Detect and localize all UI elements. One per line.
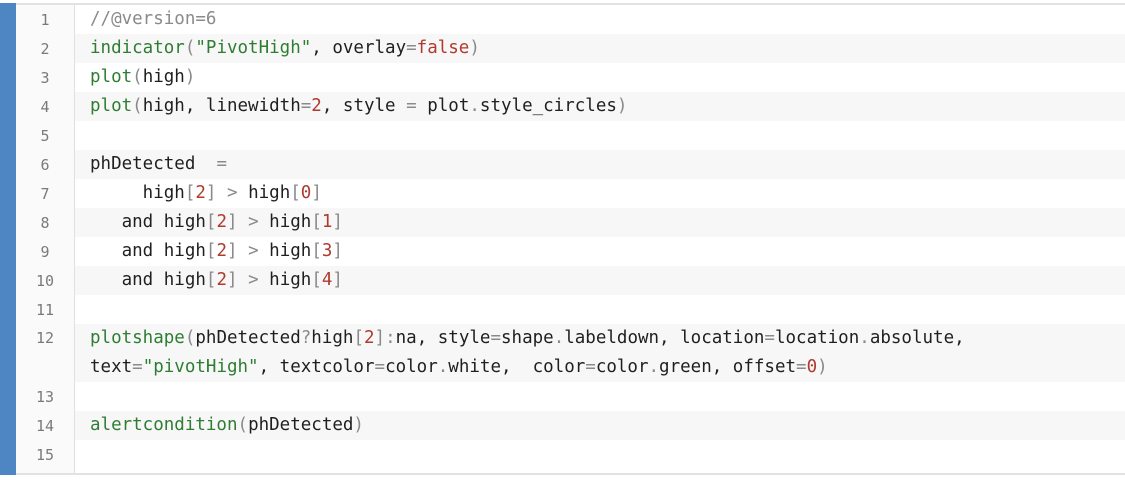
- code-text[interactable]: [75, 121, 1125, 150]
- code-text[interactable]: plotshape(phDetected?high[2]:na, style=s…: [75, 324, 1125, 382]
- code-line-6[interactable]: 6 phDetected =: [16, 150, 1125, 179]
- code-line-15[interactable]: 15: [16, 440, 1125, 469]
- bottom-divider: [16, 473, 1125, 475]
- line-number: 4: [40, 97, 50, 116]
- code-line-8[interactable]: 8 and high[2] > high[1]: [16, 208, 1125, 237]
- code-text[interactable]: and high[2] > high[3]: [75, 237, 1125, 266]
- line-number: 14: [35, 416, 55, 435]
- line-number: 10: [35, 271, 55, 290]
- code-editor[interactable]: 1 //@version=6 2 indicator("PivotHigh", ove…: [0, 0, 1125, 480]
- code-text[interactable]: [75, 295, 1125, 324]
- code-text[interactable]: and high[2] > high[4]: [75, 266, 1125, 295]
- code-text[interactable]: plot(high, linewidth=2, style = plot.sty…: [75, 92, 1125, 121]
- line-number: 2: [40, 39, 50, 58]
- code-line-9[interactable]: 9 and high[2] > high[3]: [16, 237, 1125, 266]
- line-number: 5: [40, 126, 50, 145]
- code-line-12[interactable]: 12 plotshape(phDetected?high[2]:na, style…: [16, 324, 1125, 382]
- code-text[interactable]: indicator("PivotHigh", overlay=false): [75, 34, 1125, 63]
- code-line-10[interactable]: 10 and high[2] > high[4]: [16, 266, 1125, 295]
- code-lines: 1 //@version=6 2 indicator("PivotHigh", ove…: [16, 5, 1125, 469]
- code-text[interactable]: plot(high): [75, 63, 1125, 92]
- code-line-5[interactable]: 5: [16, 121, 1125, 150]
- code-text[interactable]: [75, 382, 1125, 411]
- code-line-14[interactable]: 14 alertcondition(phDetected): [16, 411, 1125, 440]
- line-number: 8: [40, 213, 50, 232]
- code-line-1[interactable]: 1 //@version=6: [16, 5, 1125, 34]
- line-number: 1: [40, 10, 50, 29]
- code-line-7[interactable]: 7 high[2] > high[0]: [16, 179, 1125, 208]
- line-number: 7: [40, 184, 50, 203]
- line-number: 15: [35, 445, 55, 464]
- code-line-13[interactable]: 13: [16, 382, 1125, 411]
- line-number: 6: [40, 155, 50, 174]
- line-number: 13: [35, 387, 55, 406]
- code-text[interactable]: phDetected =: [75, 150, 1125, 179]
- code-line-4[interactable]: 4 plot(high, linewidth=2, style = plot.st…: [16, 92, 1125, 121]
- code-line-2[interactable]: 2 indicator("PivotHigh", overlay=false): [16, 34, 1125, 63]
- line-number: 9: [40, 242, 50, 261]
- code-text[interactable]: [75, 440, 1125, 469]
- code-line-11[interactable]: 11: [16, 295, 1125, 324]
- code-line-3[interactable]: 3 plot(high): [16, 63, 1125, 92]
- line-number: 12: [35, 329, 55, 347]
- code-text[interactable]: and high[2] > high[1]: [75, 208, 1125, 237]
- code-text[interactable]: high[2] > high[0]: [75, 179, 1125, 208]
- code-text[interactable]: //@version=6: [75, 5, 1125, 34]
- line-number: 11: [35, 300, 55, 319]
- editor-accent-bar: [0, 3, 16, 475]
- line-number: 3: [40, 68, 50, 87]
- code-text[interactable]: alertcondition(phDetected): [75, 411, 1125, 440]
